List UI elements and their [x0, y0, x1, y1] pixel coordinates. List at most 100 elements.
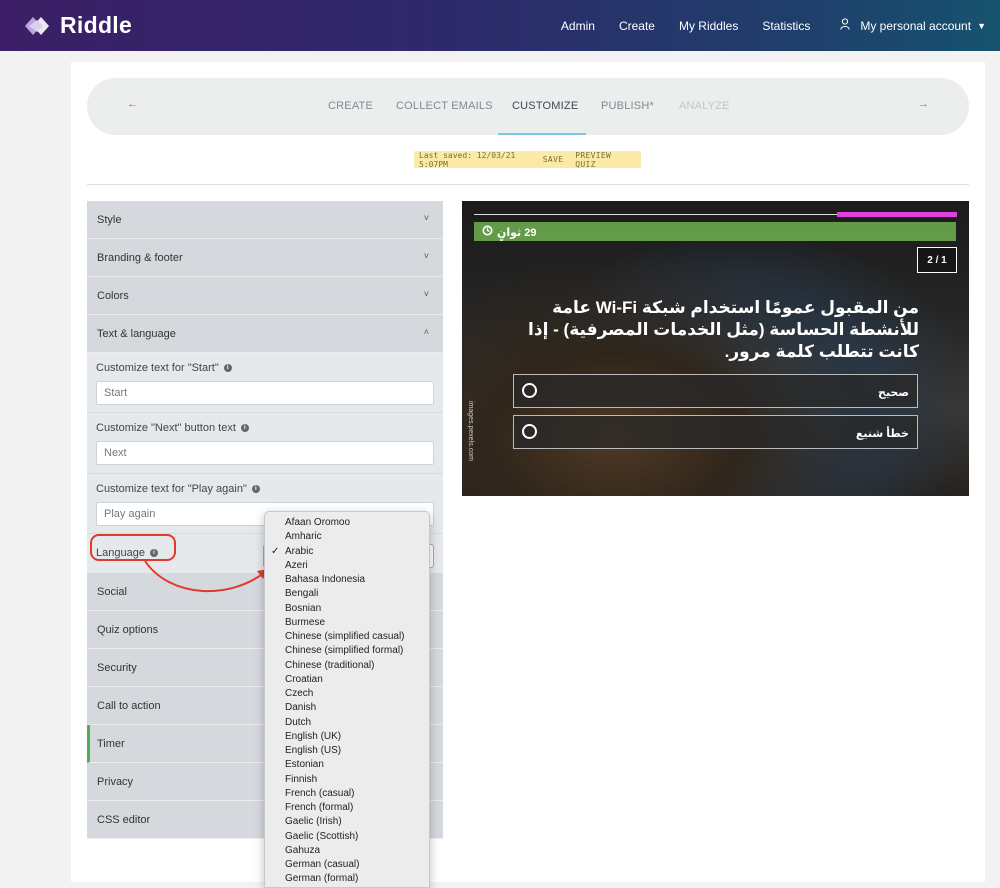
language-option[interactable]: Finnish [265, 773, 429, 787]
account-label: My personal account [860, 18, 972, 33]
language-option[interactable]: French (formal) [265, 801, 429, 815]
answer-option[interactable]: صحيح [513, 374, 918, 408]
option-label: German (formal) [285, 873, 359, 885]
section-branding-footer[interactable]: Branding & footer ˅ [87, 239, 443, 277]
language-option[interactable]: Amharic [265, 530, 429, 544]
forward-arrow-icon[interactable]: → [918, 98, 929, 110]
language-option[interactable]: Chinese (simplified casual) [265, 630, 429, 644]
option-label: Amharic [285, 531, 322, 543]
language-option[interactable]: Croatian [265, 673, 429, 687]
language-option[interactable]: Gaelic (Irish) [265, 815, 429, 829]
step-create[interactable]: CREATE [328, 100, 373, 112]
divider [87, 184, 969, 185]
info-icon[interactable]: i [223, 364, 232, 372]
back-arrow-icon[interactable]: ← [127, 98, 138, 110]
step-collect-emails[interactable]: COLLECT EMAILS [396, 100, 493, 112]
option-label: Burmese [285, 616, 326, 628]
language-option[interactable]: Danish [265, 701, 429, 715]
language-option[interactable]: Bahasa Indonesia [265, 573, 429, 587]
riddle-logo[interactable]: Riddle [22, 12, 132, 39]
section-label: Call to action [97, 699, 161, 712]
quiz-preview: 29 ثوانٍ 2 / 1 من المقبول عمومًا استخدام… [462, 201, 969, 496]
save-button[interactable]: SAVE [543, 155, 563, 164]
option-label: Dutch [285, 716, 312, 728]
nav-my-riddles[interactable]: My Riddles [679, 19, 738, 33]
language-option[interactable]: Bosnian [265, 602, 429, 616]
next-text-setting: Customize "Next" button text i [87, 413, 443, 474]
step-customize[interactable]: CUSTOMIZE [512, 100, 578, 112]
start-text-label: Customize text for "Start" [96, 362, 219, 374]
language-option[interactable]: German (casual) [265, 858, 429, 872]
option-label: Danish [285, 702, 317, 714]
section-label: CSS editor [97, 813, 151, 826]
language-option[interactable]: Chinese (traditional) [265, 659, 429, 673]
language-option-selected[interactable]: ✓ Arabic [265, 545, 429, 559]
nav-create[interactable]: Create [619, 19, 655, 33]
section-label: Colors [97, 289, 129, 302]
language-option[interactable]: German (formal) [265, 872, 429, 886]
language-option[interactable]: English (US) [265, 744, 429, 758]
option-label: German (casual) [285, 859, 360, 870]
save-bar: Last saved: 12/03/21 5:07PM SAVE PREVIEW… [414, 151, 641, 169]
info-icon[interactable]: i [240, 424, 249, 432]
language-option[interactable]: Gahuza [265, 844, 429, 858]
answer-option[interactable]: خطأ شنيع [513, 415, 918, 449]
chevron-up-icon: ˄ [423, 327, 429, 337]
option-label: Bengali [285, 588, 319, 600]
language-option[interactable]: Burmese [265, 616, 429, 630]
preview-quiz-button[interactable]: PREVIEW QUIZ [575, 151, 629, 169]
timer-text: 29 ثوانٍ [497, 226, 537, 239]
section-style[interactable]: Style ˅ [87, 201, 443, 239]
language-option[interactable]: Czech [265, 687, 429, 701]
section-label: Text & language [97, 327, 176, 340]
answer-text: صحيح [878, 387, 909, 399]
section-label: Privacy [97, 775, 134, 788]
start-text-input[interactable] [96, 381, 434, 405]
timer-display: 29 ثوانٍ [482, 225, 537, 239]
section-colors[interactable]: Colors ˅ [87, 277, 443, 315]
user-icon [840, 18, 851, 33]
option-label: Estonian [285, 759, 324, 771]
info-icon[interactable]: i [251, 485, 260, 493]
top-navigation-bar: Riddle Admin Create My Riddles Statistic… [0, 0, 1000, 51]
section-text-language[interactable]: Text & language ˄ [87, 315, 443, 353]
option-label: Finnish [285, 773, 318, 785]
language-option[interactable]: Estonian [265, 758, 429, 772]
timer-bar [474, 222, 956, 241]
editor-card: ← CREATE COLLECT EMAILS CUSTOMIZE PUBLIS… [71, 62, 985, 882]
option-label: Bosnian [285, 602, 322, 614]
language-option[interactable]: Azeri [265, 559, 429, 573]
option-label: French (formal) [285, 802, 354, 813]
next-text-input[interactable] [96, 441, 434, 465]
step-publish[interactable]: PUBLISH* [601, 100, 654, 112]
option-label: Gaelic (Scottish) [285, 830, 359, 842]
language-option[interactable]: Chinese (simplified formal) [265, 644, 429, 658]
start-text-label-row: Customize text for "Start" i [96, 361, 434, 375]
image-credit: images.pexels.com [467, 401, 474, 461]
chevron-down-icon: ˅ [423, 251, 429, 261]
nav-statistics[interactable]: Statistics [762, 19, 810, 33]
question-text: من المقبول عمومًا استخدام شبكة Wi-Fi عام… [528, 298, 919, 361]
section-label: Security [97, 661, 137, 674]
option-label: Arabic [285, 545, 314, 557]
section-label: Timer [97, 737, 125, 750]
language-option[interactable]: Gaelic (Scottish) [265, 830, 429, 844]
language-option[interactable]: French (casual) [265, 787, 429, 801]
step-analyze: ANALYZE [679, 100, 730, 112]
option-label: Croatian [285, 673, 323, 685]
account-menu[interactable]: My personal account ▼ [840, 18, 986, 33]
option-label: Gahuza [285, 844, 321, 856]
option-label: Bahasa Indonesia [285, 574, 366, 585]
language-option[interactable]: Afaan Oromoo [265, 516, 429, 530]
next-text-label: Customize "Next" button text [96, 422, 236, 434]
option-label: French (casual) [285, 787, 355, 799]
caret-down-icon: ▼ [977, 20, 986, 31]
language-option[interactable]: English (UK) [265, 730, 429, 744]
language-option[interactable]: Dutch [265, 716, 429, 730]
nav-admin[interactable]: Admin [561, 19, 595, 33]
checkmark-icon: ✓ [271, 545, 280, 557]
step-navigation: ← CREATE COLLECT EMAILS CUSTOMIZE PUBLIS… [87, 78, 969, 135]
language-option[interactable]: Bengali [265, 587, 429, 601]
question-counter: 2 / 1 [917, 247, 957, 273]
chevron-down-icon: ˅ [423, 213, 429, 223]
